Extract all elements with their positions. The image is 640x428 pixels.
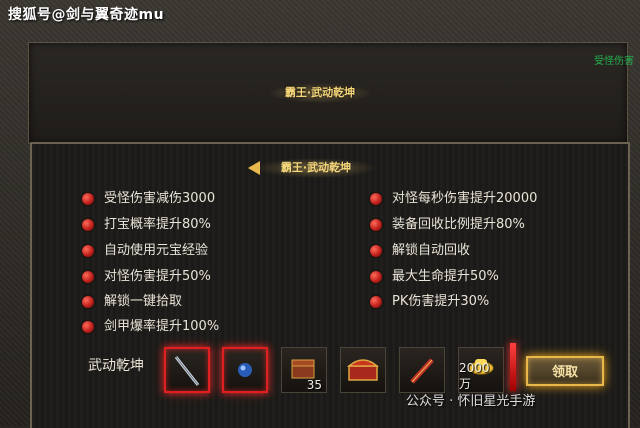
bullet-gem-icon bbox=[370, 219, 382, 231]
watermark-bottom: 公众号 · 怀旧星光手游 bbox=[406, 394, 536, 409]
feature-left-4: 对怪伤害提升50% bbox=[82, 268, 211, 286]
claim-button[interactable]: 领取 bbox=[526, 356, 604, 386]
bullet-gem-icon bbox=[370, 245, 382, 257]
sword-icon bbox=[174, 356, 200, 386]
feature-left-3: 自动使用元宝经验 bbox=[82, 242, 208, 260]
firecracker-icon bbox=[410, 358, 434, 384]
corner-stat-text: 受怪伤害 bbox=[594, 56, 634, 67]
reward-slot-treasure-box[interactable]: 35 bbox=[281, 347, 327, 393]
orb-icon bbox=[238, 363, 252, 377]
feature-text: PK伤害提升30% bbox=[392, 294, 490, 309]
bullet-gem-icon bbox=[82, 219, 94, 231]
bullet-gem-icon bbox=[82, 296, 94, 308]
feature-text: 对怪每秒伤害提升20000 bbox=[392, 191, 538, 206]
chest-icon bbox=[346, 359, 380, 381]
scroll-indicator[interactable] bbox=[510, 343, 516, 391]
reward-slot-gold-ingot[interactable]: 2000万 bbox=[458, 347, 504, 393]
bullet-gem-icon bbox=[370, 271, 382, 283]
feature-text: 解锁自动回收 bbox=[392, 243, 471, 258]
feature-text: 打宝概率提升80% bbox=[104, 217, 211, 232]
feature-right-3: 解锁自动回收 bbox=[370, 242, 470, 260]
bullet-gem-icon bbox=[82, 271, 94, 283]
bullet-gem-icon bbox=[370, 296, 382, 308]
bullet-gem-icon bbox=[82, 321, 94, 333]
feature-text: 最大生命提升50% bbox=[392, 269, 499, 284]
feature-text: 自动使用元宝经验 bbox=[104, 243, 209, 258]
reward-slot-sword[interactable] bbox=[164, 347, 210, 393]
watermark-top: 搜狐号@剑与翼奇迹mu bbox=[8, 7, 165, 23]
feature-text: 受怪伤害减伤3000 bbox=[104, 191, 216, 206]
item-count: 2000万 bbox=[459, 361, 490, 391]
bullet-gem-icon bbox=[370, 193, 382, 205]
top-title: 霸王·武动乾坤 bbox=[268, 83, 372, 103]
feature-left-1: 受怪伤害减伤3000 bbox=[82, 190, 215, 208]
feature-right-1: 对怪每秒伤害提升20000 bbox=[370, 190, 537, 208]
reward-label: 武动乾坤 bbox=[88, 358, 144, 374]
item-count: 35 bbox=[306, 378, 322, 392]
feature-right-5: PK伤害提升30% bbox=[370, 293, 489, 311]
feature-text: 装备回收比例提升80% bbox=[392, 217, 525, 232]
feature-left-5: 解锁一键拾取 bbox=[82, 293, 182, 311]
reward-slot-orb[interactable] bbox=[222, 347, 268, 393]
section-title: 霸王·武动乾坤 bbox=[256, 158, 376, 178]
feature-left-6: 剑甲爆率提升100% bbox=[82, 318, 219, 336]
bullet-gem-icon bbox=[82, 245, 94, 257]
feature-right-2: 装备回收比例提升80% bbox=[370, 216, 525, 234]
reward-slot-chest[interactable] bbox=[340, 347, 386, 393]
feature-text: 解锁一键拾取 bbox=[104, 294, 183, 309]
bullet-gem-icon bbox=[82, 193, 94, 205]
feature-left-2: 打宝概率提升80% bbox=[82, 216, 211, 234]
reward-slot-firecracker[interactable] bbox=[399, 347, 445, 393]
feature-right-4: 最大生命提升50% bbox=[370, 268, 499, 286]
feature-text: 对怪伤害提升50% bbox=[104, 269, 211, 284]
feature-text: 剑甲爆率提升100% bbox=[104, 319, 220, 334]
